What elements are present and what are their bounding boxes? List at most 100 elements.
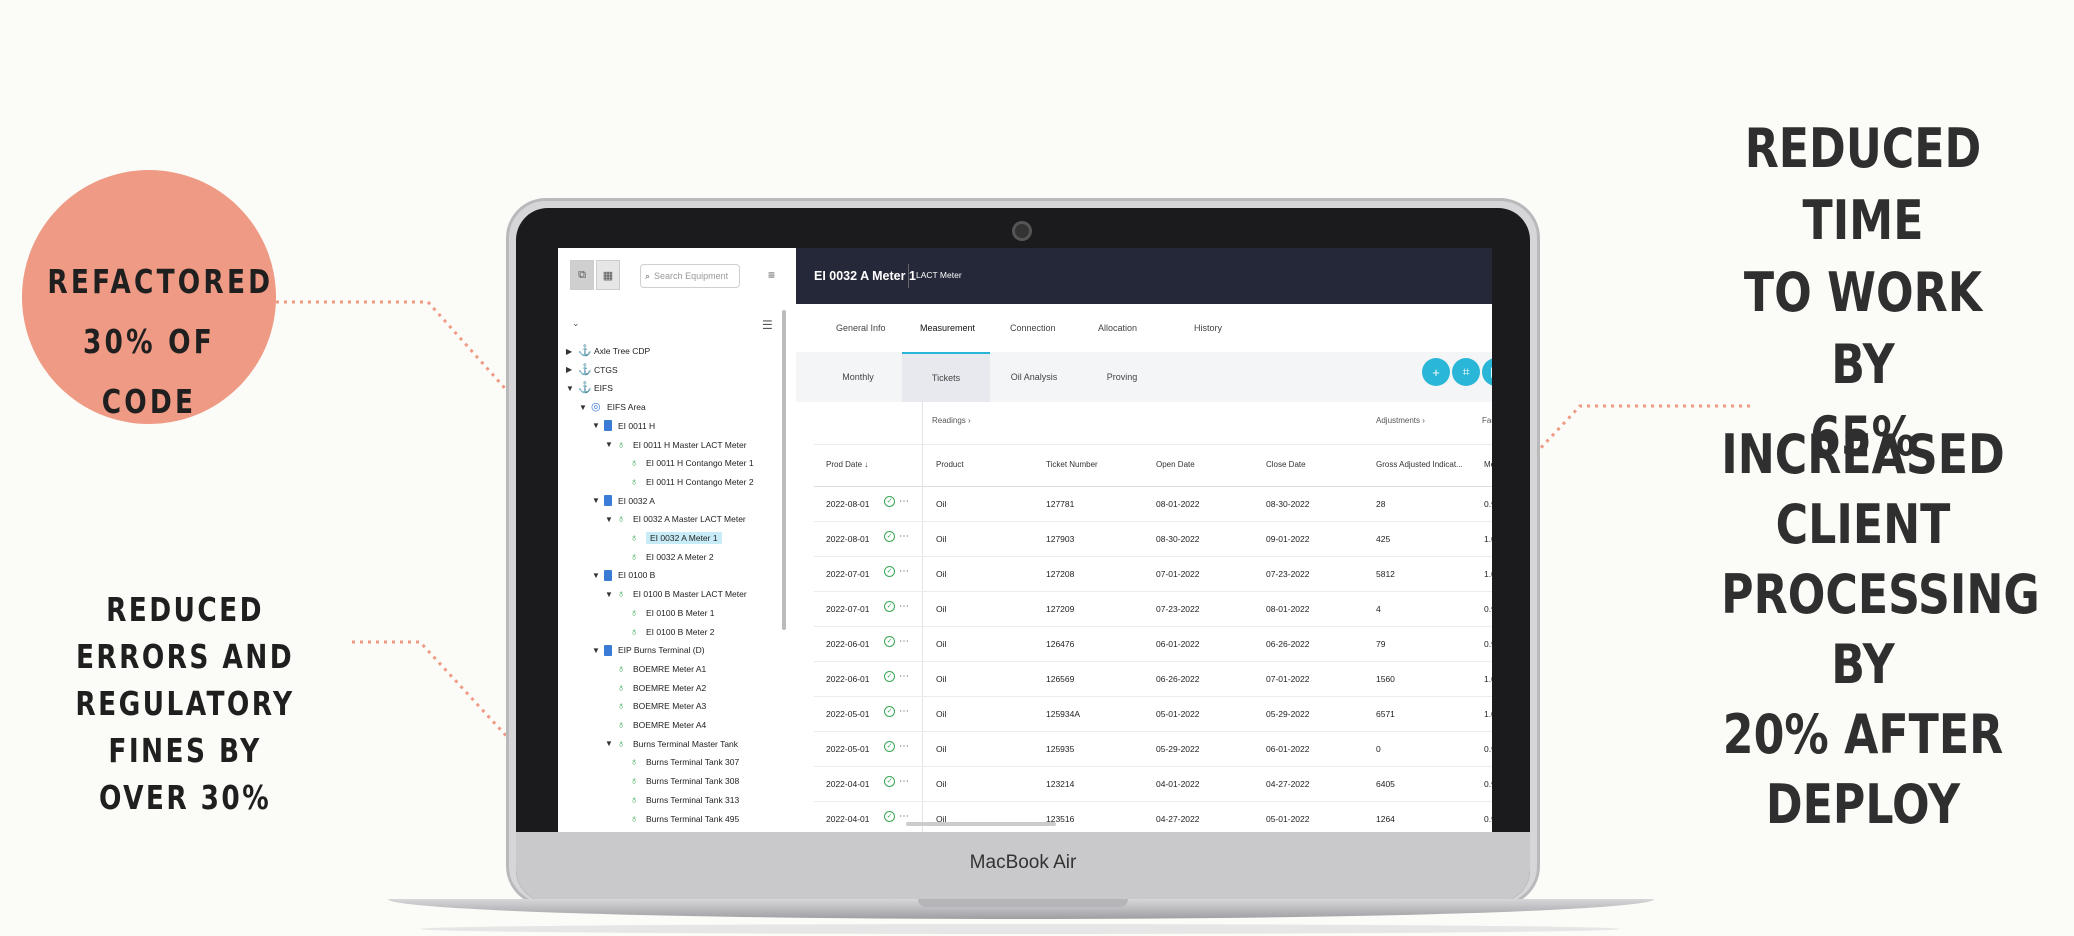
tree-item[interactable]: ♁ Burns Terminal Tank 495 [618, 810, 739, 828]
expand-caret-icon[interactable]: ▼ [592, 496, 604, 505]
tree-item[interactable]: ▼ EI 0100 B [592, 566, 655, 584]
expand-caret-icon[interactable]: ▶ [566, 365, 578, 374]
table-horizontal-scrollbar[interactable] [906, 822, 1056, 826]
group-factors[interactable]: Fact [1482, 416, 1492, 425]
tab-history[interactable]: History [1194, 304, 1222, 352]
tree-item[interactable]: ▼ EIP Burns Terminal (D) [592, 641, 705, 659]
table-row[interactable]: 2022-04-01 Oil 123214 04-01-2022 04-27-2022 6… [814, 766, 1492, 802]
meter-icon: ♁ [630, 606, 639, 619]
expand-caret-icon[interactable]: ▼ [566, 384, 578, 393]
more-options-icon[interactable]: ⋯ [899, 741, 909, 752]
tree-item-label: EI 0100 B Meter 2 [646, 626, 715, 637]
collapse-sidebar-icon[interactable]: ≡ [768, 268, 775, 282]
expand-caret-icon[interactable]: ▼ [592, 421, 604, 430]
tree-item[interactable]: ▼ EI 0011 H [592, 417, 655, 435]
chevron-down-icon[interactable]: ⌄ [572, 318, 580, 329]
table-cell: 2022-04-01 [826, 779, 870, 789]
expand-caret-icon[interactable]: ▼ [592, 571, 604, 580]
more-options-icon[interactable]: ⋯ [899, 706, 909, 717]
more-options-icon[interactable]: ⋯ [899, 601, 909, 612]
callout-reduced-time: REDUCED TIME TO WORK BY 65% [1743, 117, 1983, 468]
view-toggle: ⧉ ▦ [570, 260, 620, 290]
tree-item[interactable]: ♁ EI 0032 A Meter 1 [618, 529, 722, 547]
tree-item[interactable]: ♁ EI 0100 B Meter 2 [618, 623, 715, 641]
col-meter-factor[interactable]: Met [1484, 460, 1492, 469]
tab-connection[interactable]: Connection [1010, 304, 1056, 352]
more-options-icon[interactable]: ⋯ [899, 531, 909, 542]
col-open-date[interactable]: Open Date [1156, 460, 1195, 469]
table-row[interactable]: 2022-07-01 Oil 127209 07-23-2022 08-01-2022 4… [814, 591, 1492, 627]
tree-item[interactable]: ♁ BOEMRE Meter A2 [605, 679, 706, 697]
table-cell: 1264 [1376, 814, 1395, 824]
tree-item[interactable]: ▼ ◎ EIFS Area [579, 398, 646, 416]
table-cell: 123214 [1046, 779, 1075, 789]
col-gross-adjusted[interactable]: Gross Adjusted Indicat... [1376, 460, 1463, 469]
col-close-date[interactable]: Close Date [1266, 460, 1306, 469]
tree-item[interactable]: ▼ ♁ Burns Terminal Master Tank [605, 735, 738, 753]
expand-caret-icon[interactable]: ▼ [579, 403, 591, 412]
subtab-oil-analysis[interactable]: Oil Analysis [990, 352, 1078, 402]
more-options-icon[interactable]: ⋯ [899, 566, 909, 577]
tree-item[interactable]: ♁ BOEMRE Meter A4 [605, 716, 706, 734]
tree-item[interactable]: ♁ EI 0032 A Meter 2 [618, 548, 714, 566]
tree-item[interactable]: ▼ ⚓ EIFS [566, 379, 613, 397]
tree-item[interactable]: ▼ ♁ EI 0032 A Master LACT Meter [605, 510, 746, 528]
more-options-icon[interactable]: ⋯ [899, 636, 909, 647]
expand-caret-icon[interactable]: ▼ [605, 515, 617, 524]
more-options-icon[interactable]: ⋯ [899, 671, 909, 682]
col-prod-date[interactable]: Prod Date ↓ [826, 460, 868, 469]
col-product[interactable]: Product [936, 460, 964, 469]
sidebar-scrollbar[interactable] [782, 310, 786, 630]
tree-item[interactable]: ▼ EI 0032 A [592, 492, 655, 510]
tab-allocation[interactable]: Allocation [1098, 304, 1137, 352]
tree-item[interactable]: ▶ ⚓ CTGS [566, 361, 618, 379]
tree-item[interactable]: ♁ BOEMRE Meter A1 [605, 660, 706, 678]
table-row[interactable]: 2022-05-01 Oil 125935 05-29-2022 06-01-2022 0… [814, 731, 1492, 767]
subtab-tickets[interactable]: Tickets [902, 352, 990, 402]
tree-item[interactable]: ♁ Burns Terminal Tank 308 [618, 772, 739, 790]
more-options-icon[interactable]: ⋯ [899, 811, 909, 822]
tree-item[interactable]: ♁ EI 0100 B Meter 1 [618, 604, 715, 622]
col-ticket-number[interactable]: Ticket Number [1046, 460, 1098, 469]
expand-caret-icon[interactable]: ▼ [605, 590, 617, 599]
table-row[interactable]: 2022-06-01 Oil 126476 06-01-2022 06-26-2022 7… [814, 626, 1492, 662]
search-input[interactable]: ⌕ Search Equipment [640, 264, 740, 288]
more-options-icon[interactable]: ⋯ [899, 776, 909, 787]
table-row[interactable]: 2022-04-01 Oil 123516 04-27-2022 05-01-2022 1… [814, 801, 1492, 832]
tab-measurement[interactable]: Measurement [920, 304, 975, 352]
tree-item[interactable]: ♁ EI 0011 H Contango Meter 1 [618, 454, 754, 472]
crop-icon[interactable]: ⌗ [1452, 358, 1480, 386]
tree-item[interactable]: ♁ Burns Terminal Tank 313 [618, 791, 739, 809]
list-options-icon[interactable]: ☰ [762, 318, 773, 332]
expand-caret-icon[interactable]: ▶ [566, 347, 578, 356]
tree-item[interactable]: ♁ BOEMRE Meter A3 [605, 697, 706, 715]
table-row[interactable]: 2022-06-01 Oil 126569 06-26-2022 07-01-2022 1… [814, 661, 1492, 697]
add-icon[interactable]: + [1422, 358, 1450, 386]
group-adjustments[interactable]: Adjustments › [1376, 416, 1425, 425]
table-cell: 6571 [1376, 709, 1395, 719]
approved-check-icon: ✓ [884, 496, 895, 507]
tree-item[interactable]: ▶ ⚓ Axle Tree CDP [566, 342, 650, 360]
table-cell: 09-01-2022 [1266, 534, 1310, 544]
tree-item[interactable]: ▼ ♁ EI 0011 H Master LACT Meter [605, 436, 747, 454]
table-cell: 06-26-2022 [1266, 639, 1310, 649]
tab-general-info[interactable]: General Info [836, 304, 886, 352]
subtab-monthly[interactable]: Monthly [814, 352, 902, 402]
table-row[interactable]: 2022-07-01 Oil 127208 07-01-2022 07-23-2022 5… [814, 556, 1492, 592]
expand-caret-icon[interactable]: ▼ [592, 646, 604, 655]
table-row[interactable]: 2022-05-01 Oil 125934A 05-01-2022 05-29-2022… [814, 696, 1492, 732]
more-options-icon[interactable]: ⋯ [899, 496, 909, 507]
grid-view-icon[interactable]: ▦ [596, 260, 620, 290]
subtab-proving[interactable]: Proving [1078, 352, 1166, 402]
tree-item[interactable]: ♁ EI 0011 H Contango Meter 2 [618, 473, 754, 491]
tree-item[interactable]: ▼ ♁ EI 0100 B Master LACT Meter [605, 585, 747, 603]
expand-caret-icon[interactable]: ▼ [605, 739, 617, 748]
expand-caret-icon[interactable]: ▼ [605, 440, 617, 449]
meter-icon: ♁ [617, 513, 626, 526]
table-row[interactable]: 2022-08-01 Oil 127781 08-01-2022 08-30-2022 2… [814, 486, 1492, 522]
group-readings[interactable]: Readings › [932, 416, 971, 425]
table-row[interactable]: 2022-08-01 Oil 127903 08-30-2022 09-01-2022 4… [814, 521, 1492, 557]
table-cell: 28 [1376, 499, 1386, 509]
tree-view-icon[interactable]: ⧉ [570, 260, 594, 290]
tree-item[interactable]: ♁ Burns Terminal Tank 307 [618, 753, 739, 771]
